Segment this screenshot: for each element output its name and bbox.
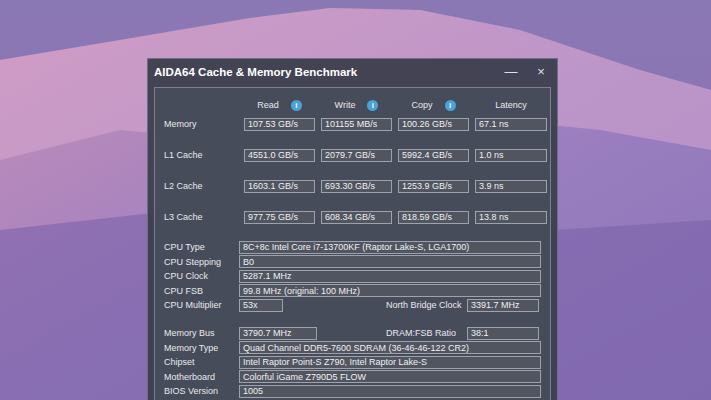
info-row: CPU Type8C+8c Intel Core i7-13700KF (Rap…	[164, 240, 541, 254]
result-field: 67.1 ns	[475, 118, 547, 131]
title-bar[interactable]: AIDA64 Cache & Memory Benchmark — ×	[148, 59, 557, 85]
column-label: Latency	[495, 100, 527, 110]
result-field: 107.53 GB/s	[244, 118, 315, 131]
info-label: Memory Bus	[164, 328, 239, 338]
window-title: AIDA64 Cache & Memory Benchmark	[154, 66, 503, 78]
info-label: BIOS Version	[164, 386, 239, 396]
info-label: Memory Type	[164, 343, 239, 353]
benchmark-row: L1 Cache 4551.0 GB/s 2079.7 GB/s 5992.4 GB/…	[164, 147, 541, 163]
info-label: DRAM:FSB Ratio	[386, 328, 467, 338]
result-field: 3.9 ns	[475, 180, 547, 193]
benchmark-row: L3 Cache 977.75 GB/s 608.34 GB/s 818.59 GB/…	[164, 209, 541, 225]
info-row: CPU FSB99.8 MHz (original: 100 MHz)	[164, 284, 541, 298]
column-label: Write	[335, 100, 356, 110]
minimize-button[interactable]: —	[503, 64, 519, 80]
info-field: 3391.7 MHz	[467, 299, 539, 312]
info-field: 1005	[239, 385, 541, 398]
info-label: Motherboard	[164, 372, 239, 382]
column-header: Write i	[321, 100, 392, 111]
info-row: CPU SteppingB0	[164, 255, 541, 269]
column-header: Latency	[475, 100, 547, 110]
column-headers: Read i Write i Copy i Latency	[164, 97, 541, 113]
info-row: Memory Bus3790.7 MHz DRAM:FSB Ratio38:1	[164, 326, 541, 340]
result-field: 2079.7 GB/s	[321, 149, 392, 162]
row-label: L2 Cache	[164, 181, 238, 191]
info-row: Memory TypeQuad Channel DDR5-7600 SDRAM …	[164, 341, 541, 355]
result-field: 13.8 ns	[475, 211, 547, 224]
info-row: BIOS Version1005	[164, 384, 541, 398]
info-label: CPU Stepping	[164, 257, 239, 267]
result-field: 608.34 GB/s	[321, 211, 392, 224]
info-field: 5287.1 MHz	[239, 270, 541, 283]
result-field: 1253.9 GB/s	[398, 180, 469, 193]
info-label: CPU Type	[164, 242, 239, 252]
results-panel: Read i Write i Copy i Latency Memory 107.53 GB/…	[154, 87, 551, 400]
info-row: MotherboardColorful iGame Z790D5 FLOW	[164, 370, 541, 384]
benchmark-row: Memory107.53 GB/s101155 MB/s100.26 GB/s6…	[164, 116, 541, 132]
info-icon[interactable]: i	[367, 100, 378, 111]
row-label: Memory	[164, 119, 238, 129]
info-label: CPU Clock	[164, 271, 239, 281]
info-label: CPU Multiplier	[164, 300, 239, 310]
info-field: Intel Raptor Point-S Z790, Intel Raptor …	[239, 356, 541, 369]
row-label: L1 Cache	[164, 150, 238, 160]
row-label: L3 Cache	[164, 212, 238, 222]
info-field: 53x	[239, 299, 283, 312]
info-field: 3790.7 MHz	[239, 327, 317, 340]
info-icon[interactable]: i	[291, 100, 302, 111]
info-row: ChipsetIntel Raptor Point-S Z790, Intel …	[164, 355, 541, 369]
info-group: Memory Bus3790.7 MHzDRAM:FSB Ratio38:1Me…	[164, 326, 541, 398]
info-field: B0	[239, 255, 541, 268]
result-field: 977.75 GB/s	[244, 211, 315, 224]
close-button[interactable]: ×	[533, 64, 549, 80]
info-icon[interactable]: i	[445, 100, 456, 111]
info-label: North Bridge Clock	[386, 300, 467, 310]
column-label: Copy	[411, 100, 432, 110]
column-label: Read	[257, 100, 279, 110]
info-label: CPU FSB	[164, 286, 239, 296]
info-row: CPU Multiplier53x North Bridge Clock3391.…	[164, 298, 541, 312]
result-field: 1.0 ns	[475, 149, 547, 162]
result-field: 693.30 GB/s	[321, 180, 392, 193]
benchmark-window[interactable]: AIDA64 Cache & Memory Benchmark — × Read i…	[147, 58, 558, 400]
column-header: Copy i	[398, 100, 469, 111]
info-field: 38:1	[467, 327, 539, 340]
column-header: Read i	[244, 100, 315, 111]
info-field: 8C+8c Intel Core i7-13700KF (Raptor Lake…	[239, 241, 541, 254]
info-field: 99.8 MHz (original: 100 MHz)	[239, 284, 541, 297]
benchmark-row: L2 Cache 1603.1 GB/s 693.30 GB/s 1253.9 GB/…	[164, 178, 541, 194]
result-field: 818.59 GB/s	[398, 211, 469, 224]
result-field: 100.26 GB/s	[398, 118, 469, 131]
result-field: 101155 MB/s	[321, 118, 392, 131]
result-field: 4551.0 GB/s	[244, 149, 315, 162]
info-group: CPU Type8C+8c Intel Core i7-13700KF (Rap…	[164, 240, 541, 312]
result-field: 1603.1 GB/s	[244, 180, 315, 193]
info-row: CPU Clock5287.1 MHz	[164, 269, 541, 283]
info-field: Colorful iGame Z790D5 FLOW	[239, 370, 541, 383]
info-field: Quad Channel DDR5-7600 SDRAM (36-46-46-1…	[239, 341, 541, 354]
result-field: 5992.4 GB/s	[398, 149, 469, 162]
info-label: Chipset	[164, 357, 239, 367]
